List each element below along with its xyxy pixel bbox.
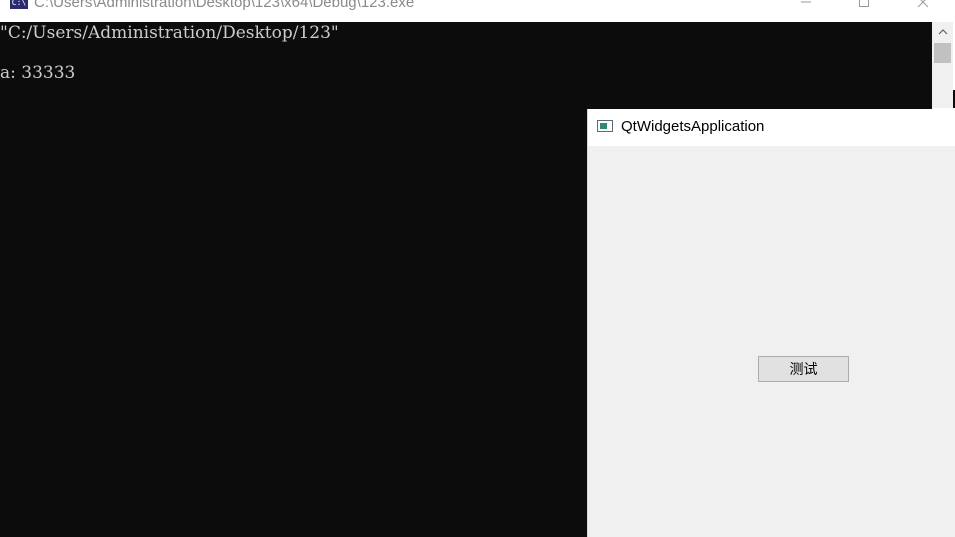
desktop: C:\ C:\Users\Administration\Desktop\123\… <box>0 0 955 537</box>
minimize-icon <box>801 1 811 3</box>
console-window-title: C:\Users\Administration\Desktop\123\x64\… <box>34 0 415 11</box>
console-app-icon: C:\ <box>10 0 28 9</box>
close-icon <box>917 0 929 8</box>
console-titlebar[interactable]: C:\ C:\Users\Administration\Desktop\123\… <box>0 0 955 22</box>
qt-titlebar[interactable]: QtWidgetsApplication <box>588 109 955 146</box>
scroll-up-button[interactable] <box>932 22 953 42</box>
test-button[interactable]: 测试 <box>758 356 849 382</box>
minimize-button[interactable] <box>783 0 829 10</box>
maximize-icon <box>859 0 869 7</box>
chevron-up-icon <box>938 29 947 35</box>
console-scrollbar[interactable] <box>932 22 953 108</box>
qt-window-icon <box>597 120 613 132</box>
scroll-thumb[interactable] <box>934 43 951 63</box>
console-line: "C:/Users/Administration/Desktop/123" <box>0 23 339 43</box>
qt-window-title: QtWidgetsApplication <box>621 118 765 135</box>
maximize-button[interactable] <box>841 0 887 10</box>
console-line: a: 33333 <box>0 63 76 83</box>
qt-window: QtWidgetsApplication 测试 <box>587 109 955 537</box>
qt-client-area: 测试 <box>588 146 955 537</box>
close-button[interactable] <box>900 0 946 10</box>
